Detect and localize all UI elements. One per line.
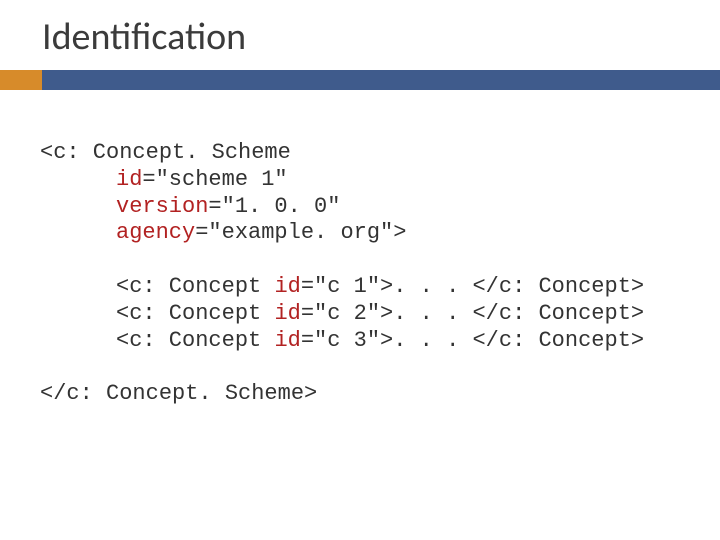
code-concept-3-attr: id	[274, 328, 300, 353]
slide-title: Identification	[0, 0, 720, 70]
code-concept-2-open: <c: Concept	[116, 301, 274, 326]
code-concept-2-attr: id	[274, 301, 300, 326]
code-attr-version-val: ="1. 0. 0"	[208, 194, 340, 219]
code-concept-1-open: <c: Concept	[116, 274, 274, 299]
rule-accent-left	[0, 70, 42, 90]
code-concept-1-rest: ="c 1">. . . </c: Concept>	[301, 274, 644, 299]
rule-main	[42, 70, 720, 90]
code-concept-3-open: <c: Concept	[116, 328, 274, 353]
title-rule	[0, 70, 720, 90]
code-attr-id-val: ="scheme 1"	[142, 167, 287, 192]
code-attr-id: id	[116, 167, 142, 192]
code-concept-1-attr: id	[274, 274, 300, 299]
code-open-tag: <c: Concept. Scheme	[40, 140, 291, 165]
code-block: <c: Concept. Scheme id="scheme 1" versio…	[0, 90, 720, 408]
code-close-tag: </c: Concept. Scheme>	[40, 381, 317, 406]
code-attr-version: version	[116, 194, 208, 219]
code-concept-3-rest: ="c 3">. . . </c: Concept>	[301, 328, 644, 353]
code-attr-agency-val: ="example. org">	[195, 220, 406, 245]
code-attr-agency: agency	[116, 220, 195, 245]
code-concept-2-rest: ="c 2">. . . </c: Concept>	[301, 301, 644, 326]
